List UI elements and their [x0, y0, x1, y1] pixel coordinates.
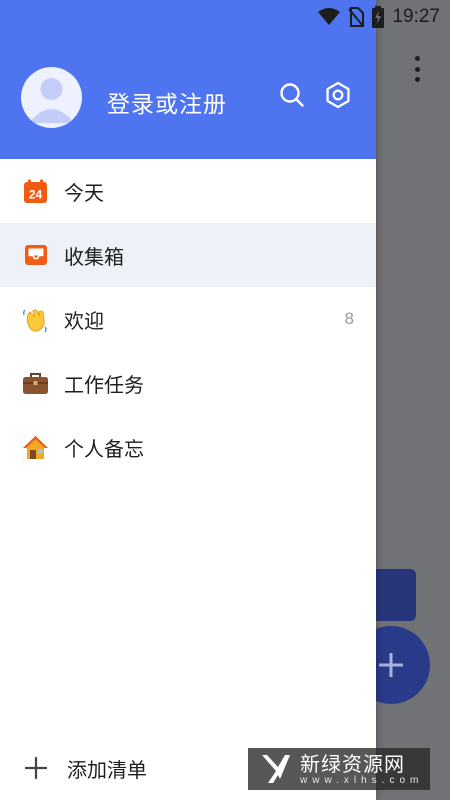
add-list-label: 添加清单	[67, 757, 147, 782]
calendar-day-text: 24	[29, 187, 43, 201]
menu-item-count: 8	[344, 309, 354, 328]
calendar-icon: 24	[22, 178, 49, 205]
watermark-logo-icon	[262, 755, 290, 783]
background-card	[372, 569, 416, 621]
inbox-icon	[22, 242, 49, 269]
plus-icon	[379, 653, 403, 677]
more-options-icon[interactable]	[410, 56, 424, 82]
status-bar: 19:27	[0, 0, 450, 34]
briefcase-icon	[22, 370, 49, 397]
list-menu: 24 今天 收集箱 欢迎 8 工作任务 个人备忘	[0, 159, 376, 479]
login-register-link[interactable]: 登录或注册	[107, 85, 227, 119]
menu-item-work-tasks[interactable]: 工作任务	[0, 351, 376, 415]
navigation-drawer: 登录或注册 24 今天 收集箱 欢迎 8 工作任务 个人备忘 添加清单	[0, 0, 376, 800]
menu-item-label: 工作任务	[64, 372, 144, 397]
no-sim-icon	[348, 7, 365, 27]
watermark-text: 新绿资源网 www.xlhs.com	[300, 753, 423, 786]
menu-item-label: 欢迎	[64, 308, 104, 333]
menu-item-label: 个人备忘	[64, 436, 144, 461]
watermark-subtitle: www.xlhs.com	[300, 774, 424, 786]
menu-item-label: 今天	[64, 180, 104, 205]
search-icon[interactable]	[277, 80, 307, 110]
menu-item-label: 收集箱	[64, 244, 124, 269]
menu-item-welcome[interactable]: 欢迎 8	[0, 287, 376, 351]
settings-icon[interactable]	[323, 80, 353, 110]
waving-hand-icon	[22, 306, 49, 333]
status-time: 19:27	[392, 6, 440, 27]
watermark-title: 新绿资源网	[300, 751, 405, 776]
menu-item-personal-memo[interactable]: 个人备忘	[0, 415, 376, 479]
wifi-icon	[318, 8, 341, 26]
menu-item-inbox[interactable]: 收集箱	[0, 223, 376, 287]
battery-charging-icon	[372, 6, 385, 28]
user-avatar-icon	[29, 78, 74, 123]
watermark: 新绿资源网 www.xlhs.com	[248, 748, 430, 790]
plus-icon	[22, 755, 49, 782]
house-icon	[22, 434, 49, 461]
menu-item-today[interactable]: 24 今天	[0, 159, 376, 223]
avatar[interactable]	[21, 67, 82, 128]
